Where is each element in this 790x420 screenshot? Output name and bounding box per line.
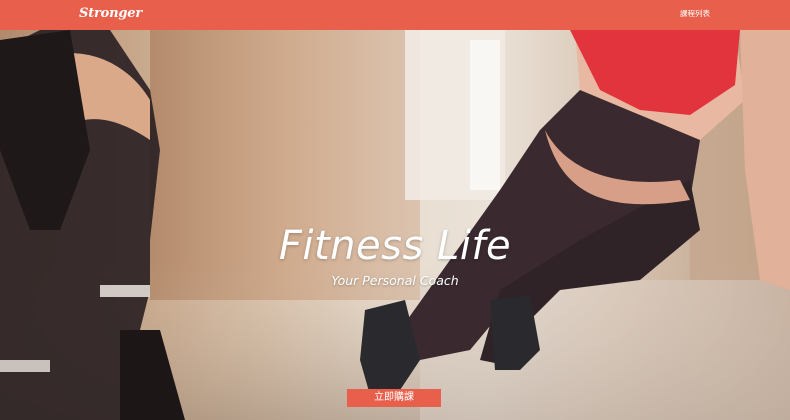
hero-section: Fitness Life Your Personal Coach 立即購課	[0, 30, 790, 420]
hero-title: Fitness Life	[278, 223, 512, 269]
brand-logo[interactable]: Stronger	[79, 5, 142, 23]
nav-link-course-list[interactable]: 課程列表	[680, 8, 710, 20]
top-navbar: Stronger 課程列表	[0, 0, 790, 30]
buy-course-button[interactable]: 立即購課	[347, 389, 441, 407]
hero-subtitle: Your Personal Coach	[331, 273, 459, 288]
landing-page: Stronger 課程列表 Fitness Life Your Personal…	[0, 0, 790, 420]
